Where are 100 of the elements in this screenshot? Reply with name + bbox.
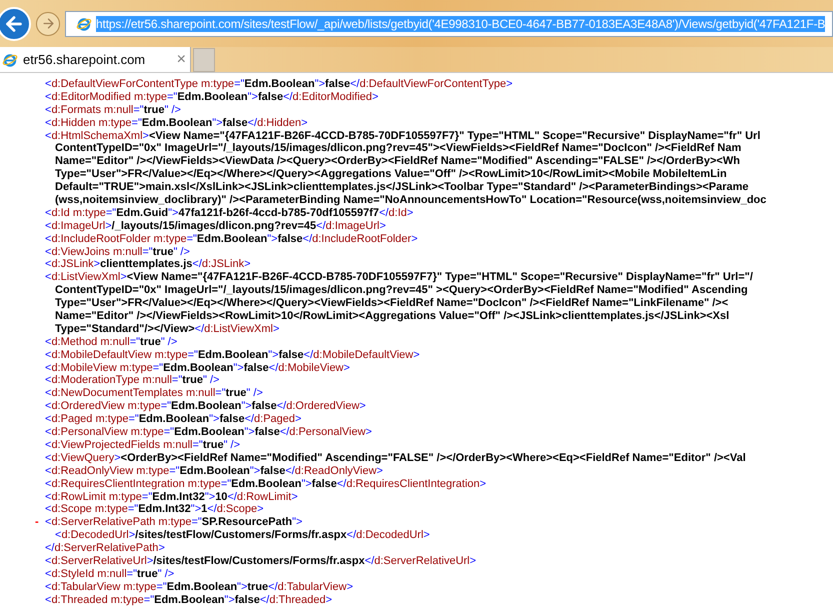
xml-tag-name: d:NewDocumentTemplates m:null	[51, 387, 216, 400]
xml-value: Name="Editor" /></ViewFields><RowLimit>10</RowLimit><Aggregations Value="Off" /><JSLink>clienttemplates.js</JSLink><Xsl	[55, 310, 730, 323]
xml-markup: >	[142, 130, 149, 142]
browser-tab[interactable]: etr56.sharepoint.com ×	[0, 47, 191, 72]
xml-markup: </	[268, 580, 278, 594]
xml-markup: </	[285, 464, 295, 478]
forward-button[interactable]	[36, 12, 60, 36]
xml-tag-name: d:ReadOnlyView m:type	[51, 464, 170, 478]
xml-markup: ">	[190, 503, 202, 516]
xml-value: Name="Editor" /></ViewFields><ViewData /><Query><OrderBy><FieldRef Name="Modified" Ascending="FALSE" /></OrderBy><Wh	[55, 155, 740, 168]
xml-tag-name: d:EditorModified m:type	[51, 90, 167, 104]
xml-tag-name: d:DecodedUrl	[356, 529, 424, 542]
xml-markup: ="	[128, 503, 138, 516]
xml-value: true	[144, 104, 164, 117]
xml-tag-name: d:RowLimit m:type	[51, 490, 142, 504]
xml-markup: ">	[244, 426, 255, 439]
xml-tag-name: d:Id m:type	[51, 206, 106, 220]
xml-value: /sites/testFlow/Customers/Forms/fr.aspx	[153, 554, 365, 568]
xml-value: Type="User">FR</Value></Eq></Where></Query><Aggregations Value="Off" /><RowLimit>10</RowLimit><Mobile MobileItemLin	[55, 168, 727, 182]
xml-tag-name: d:RequiresClientIntegration m:type	[51, 478, 221, 490]
xml-markup: ">	[267, 232, 278, 246]
xml-value: true	[140, 336, 161, 349]
xml-markup: <	[45, 348, 52, 362]
xml-markup: >	[406, 206, 414, 220]
address-field[interactable]: https://etr56.sharepoint.com/sites/testFlow/_api/web/lists/getbyid('4E998310-BCE0-4647-BB77-0183EA3E48A8')/Views/getbyid('47FA121F-B	[65, 10, 833, 36]
xml-markup: </	[346, 529, 356, 542]
xml-value: false	[219, 413, 245, 426]
xml-markup: <	[45, 413, 52, 426]
browser-logo-icon	[76, 16, 92, 32]
xml-tag-name: d:Threaded	[269, 594, 326, 607]
collapse-toggle[interactable]: -	[35, 516, 39, 530]
tab-close-button[interactable]: ×	[176, 52, 186, 68]
xml-markup: ">	[268, 348, 279, 362]
xml-tag-name: d:HtmlSchemaXml	[51, 130, 143, 142]
xml-markup: >	[359, 400, 366, 414]
xml-value: Edm.Boolean	[171, 400, 242, 414]
xml-markup: ="	[172, 374, 182, 388]
xml-tag-name: d:Scope m:type	[51, 503, 128, 516]
xml-markup: </	[45, 542, 54, 555]
xml-value: /_layouts/15/images/dlicon.png?rev=45	[112, 220, 316, 233]
xml-markup: " />	[158, 568, 174, 581]
xml-tag-name: d:RowLimit	[236, 490, 292, 504]
xml-markup: ">	[292, 516, 302, 530]
xml-value: Default="TRUE">main.xsl</XslLink><JSLink>clienttemplates.js</JSLink><Toolbar Type="Standard" /><ParameterBindings><Parame	[55, 181, 749, 194]
xml-tag-name: d:PersonalView m:type	[51, 426, 164, 439]
xml-markup: </	[316, 220, 326, 233]
xml-value: false	[260, 464, 286, 478]
xml-value: false	[252, 400, 277, 414]
xml-tag-name: d:TabularView	[278, 580, 347, 594]
xml-tag-name: d:ListViewXml	[204, 322, 274, 336]
new-tab-button[interactable]	[193, 48, 215, 72]
xml-markup: >	[423, 529, 430, 542]
xml-value: false	[278, 348, 304, 362]
xml-value: Edm.Boolean	[196, 232, 268, 246]
xml-markup: </	[192, 258, 202, 272]
xml-markup: " />	[203, 374, 220, 388]
xml-markup: <	[45, 594, 52, 607]
xml-markup: ">	[168, 206, 178, 220]
xml-tag-name: d:EditorModified	[292, 90, 372, 104]
xml-tag-name: d:DefaultViewForContentType	[360, 78, 506, 91]
xml-tag-name: d:ServerRelativeUrl	[51, 554, 147, 568]
xml-value: Edm.Boolean	[138, 413, 210, 426]
xml-value: /sites/testFlow/Customers/Forms/fr.aspx	[135, 529, 347, 542]
xml-markup: ">	[204, 490, 216, 504]
xml-tag-name: d:StyleId m:null	[51, 568, 127, 581]
xml-markup: ">	[248, 90, 258, 104]
back-button[interactable]	[0, 6, 31, 40]
xml-markup: <	[45, 78, 52, 91]
xml-markup: <	[45, 490, 52, 504]
xml-tag-name: d:Id	[388, 206, 407, 220]
xml-markup: ="	[191, 516, 202, 530]
xml-tag-name: d:RequiresClientIntegration	[346, 478, 480, 490]
xml-markup: </	[276, 400, 286, 414]
xml-tag-name: d:JSLink	[202, 258, 244, 272]
forward-arrow-icon	[40, 16, 56, 31]
xml-value: <View Name="{47FA121F-B26F-4CCD-B785-70DF105597F7}" Type="HTML" Scope="Recursive" DisplayName="fr" Url="/	[126, 271, 753, 284]
xml-tag-name: d:DefaultViewForContentType m:type	[51, 78, 234, 91]
xml-markup: </	[280, 426, 290, 439]
xml-markup: ">	[224, 594, 235, 607]
xml-value: false	[325, 78, 350, 91]
xml-value: 10	[215, 490, 228, 504]
xml-value: Edm.Int32	[152, 490, 205, 504]
xml-tag-name: d:ViewJoins m:null	[51, 246, 142, 258]
xml-markup: </	[304, 348, 314, 362]
xml-value: Edm.Boolean	[180, 464, 250, 478]
xml-markup: >	[273, 322, 280, 336]
xml-tag-name: d:ServerRelativePath m:type	[51, 516, 192, 530]
xml-markup: <	[45, 220, 52, 233]
tab-title: etr56.sharepoint.com	[23, 50, 146, 69]
xml-markup: >	[244, 258, 251, 272]
xml-markup: <	[45, 516, 52, 530]
xml-value: false	[244, 362, 269, 374]
xml-markup: >	[295, 413, 302, 426]
xml-markup: <	[45, 580, 52, 594]
xml-markup: </	[207, 503, 217, 516]
xml-value: Type="Standard"/></View>	[55, 322, 195, 336]
xml-markup: ="	[133, 104, 144, 117]
xml-tag-name: d:TabularView m:type	[51, 580, 156, 594]
xml-markup: ="	[220, 478, 232, 490]
xml-markup: >	[413, 348, 420, 362]
